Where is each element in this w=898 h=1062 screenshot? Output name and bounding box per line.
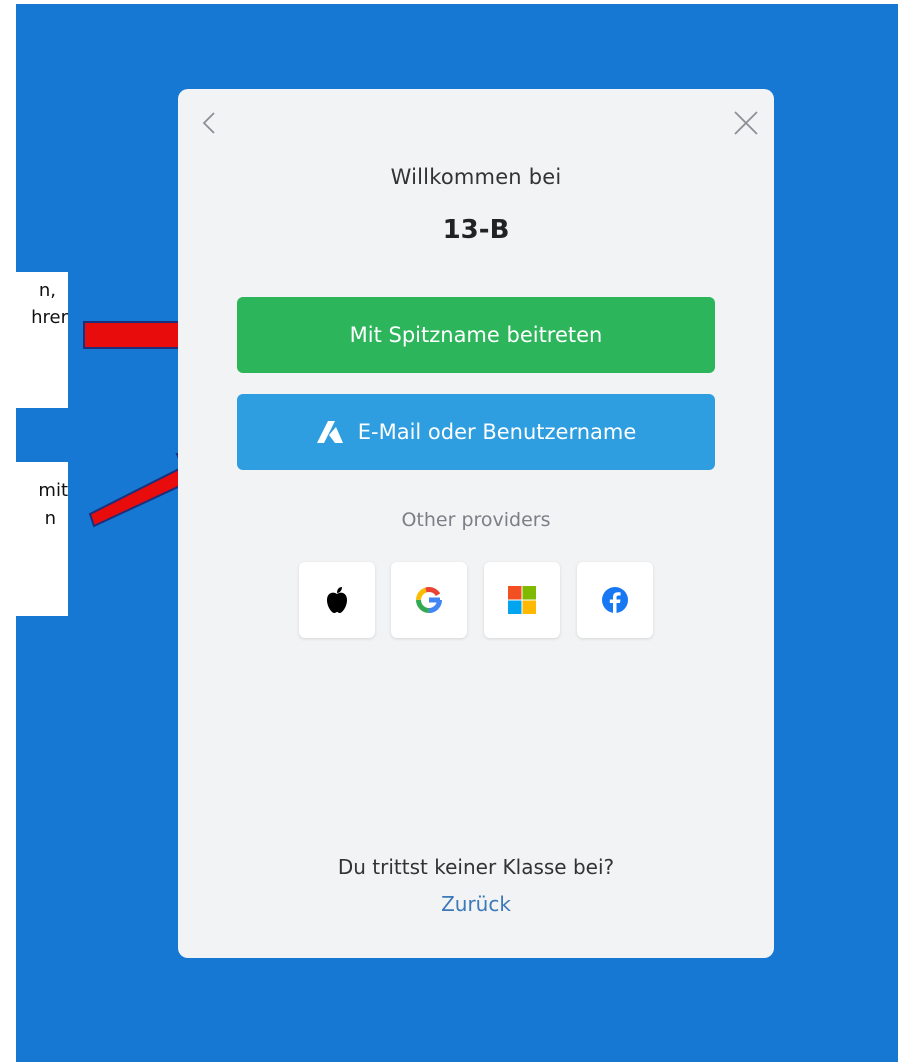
no-class-question: Du trittst keiner Klasse bei? — [337, 855, 615, 879]
microsoft-icon — [508, 586, 536, 614]
google-login-button[interactable] — [391, 562, 467, 638]
chevron-left-icon[interactable] — [196, 109, 224, 137]
annotation-text-line: mit — [38, 480, 68, 501]
annotation-box-1: n, hrer — [0, 272, 68, 408]
class-name: 13-B — [442, 215, 510, 245]
email-or-username-button[interactable]: E-Mail oder Benutzername — [237, 394, 715, 470]
join-with-nickname-button[interactable]: Mit Spitzname beitreten — [237, 297, 715, 373]
google-icon — [416, 587, 442, 613]
apple-login-button[interactable] — [299, 562, 375, 638]
other-providers-label: Other providers — [401, 509, 551, 531]
annotation-text-line: hrer — [31, 307, 68, 328]
apple-icon — [327, 587, 347, 613]
microsoft-login-button[interactable] — [484, 562, 560, 638]
annotation-text-line: n, — [38, 280, 56, 301]
close-icon[interactable] — [732, 109, 760, 137]
facebook-icon — [602, 587, 628, 613]
facebook-login-button[interactable] — [577, 562, 653, 638]
join-dialog: Willkommen bei 13-B Mit Spitzname beitre… — [178, 89, 774, 958]
join-with-nickname-label: Mit Spitzname beitreten — [349, 323, 603, 347]
back-link[interactable]: Zurück — [178, 892, 774, 916]
welcome-text: Willkommen bei — [390, 165, 562, 189]
autodesk-logo-icon — [316, 421, 343, 443]
email-or-username-label: E-Mail oder Benutzername — [357, 420, 637, 444]
annotation-box-2: mit n — [0, 462, 68, 616]
annotation-text-line: n — [44, 508, 56, 529]
